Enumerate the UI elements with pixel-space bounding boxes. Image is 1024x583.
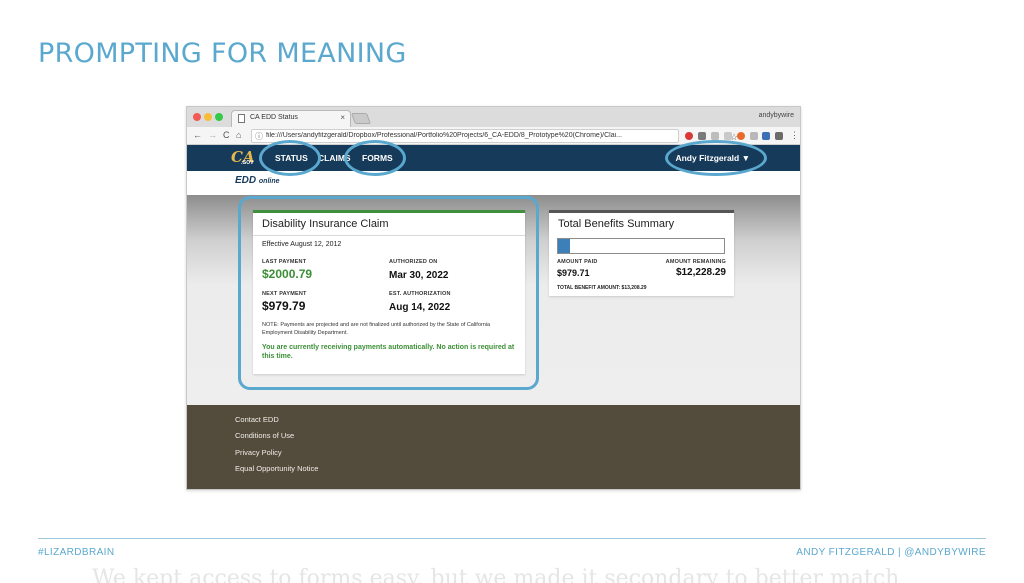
- tab-title: CA EDD Status: [250, 114, 298, 121]
- extension-icon[interactable]: [775, 132, 783, 140]
- amount-paid-label: AMOUNT PAID: [557, 259, 598, 265]
- maximize-window-icon[interactable]: [215, 113, 223, 121]
- footer-link-privacy[interactable]: Privacy Policy: [235, 448, 282, 457]
- extension-icon[interactable]: [737, 132, 745, 140]
- amount-remaining-label: AMOUNT REMAINING: [665, 259, 726, 265]
- footer-divider: [38, 538, 986, 539]
- edd-logo-suffix: online: [258, 178, 280, 185]
- reload-icon[interactable]: C: [223, 130, 230, 140]
- progress-fill: [558, 239, 571, 253]
- info-icon[interactable]: ⓘ: [255, 131, 263, 142]
- author-credit: ANDY FITZGERALD | @ANDYBYWIRE: [796, 547, 986, 558]
- home-icon[interactable]: ⌂: [236, 130, 241, 140]
- page-icon: [238, 114, 245, 123]
- total-benefit-label: TOTAL BENEFIT AMOUNT:: [557, 285, 621, 291]
- url-input[interactable]: ⓘ file:///Users/andyfitzgerald/Dropbox/P…: [251, 129, 738, 143]
- card-title: Total Benefits Summary: [558, 218, 675, 230]
- browser-tab-bar: CA EDD Status × andybywire: [187, 107, 800, 127]
- extension-icon[interactable]: [711, 132, 719, 140]
- hashtag: #LIZARDBRAIN: [38, 547, 115, 558]
- back-icon[interactable]: ←: [193, 130, 202, 140]
- minimize-window-icon[interactable]: [204, 113, 212, 121]
- total-benefits-card: Total Benefits Summary AMOUNT PAID $979.…: [549, 210, 734, 296]
- edd-online-logo[interactable]: EDD online: [235, 175, 280, 186]
- footer-link-contact[interactable]: Contact EDD: [235, 415, 279, 424]
- site-footer: Contact EDD Conditions of Use Privacy Po…: [187, 405, 800, 489]
- forms-highlight-ring: [344, 140, 406, 176]
- browser-tab[interactable]: CA EDD Status ×: [231, 110, 351, 127]
- new-tab-button[interactable]: [350, 113, 372, 124]
- amount-remaining-value: $12,228.29: [675, 267, 726, 278]
- url-text: file:///Users/andyfitzgerald/Dropbox/Pro…: [266, 132, 622, 139]
- profile-name[interactable]: andybywire: [759, 112, 794, 119]
- claim-card-highlight-box: [238, 196, 539, 390]
- extension-icon[interactable]: [698, 132, 706, 140]
- status-highlight-ring: [259, 140, 321, 176]
- total-benefit-value: $13,208.29: [621, 285, 647, 291]
- edd-logo-text: EDD: [235, 175, 257, 186]
- gov-logo-text: .GOV: [241, 160, 254, 166]
- benefits-progress-bar: [557, 238, 725, 254]
- total-benefit-line: TOTAL BENEFIT AMOUNT: $13,208.29: [557, 285, 647, 291]
- user-highlight-ring: [665, 140, 767, 176]
- extension-icon[interactable]: [750, 132, 758, 140]
- slide-title: PROMPTING FOR MEANING: [38, 38, 407, 69]
- browser-menu-icon[interactable]: ⋮: [790, 130, 799, 141]
- pinterest-icon[interactable]: [685, 132, 693, 140]
- extension-icon[interactable]: [762, 132, 770, 140]
- tab-close-icon[interactable]: ×: [340, 113, 345, 122]
- footer-link-equal-opportunity[interactable]: Equal Opportunity Notice: [235, 464, 318, 473]
- close-window-icon[interactable]: [193, 113, 201, 121]
- extension-icon[interactable]: [724, 132, 732, 140]
- forward-icon[interactable]: →: [208, 130, 217, 140]
- footer-link-conditions[interactable]: Conditions of Use: [235, 431, 294, 440]
- ghost-caption: We kept access to forms easy, but we mad…: [92, 566, 900, 583]
- ca-gov-logo[interactable]: CA .GOV: [231, 148, 259, 168]
- amount-paid-value: $979.71: [557, 268, 590, 278]
